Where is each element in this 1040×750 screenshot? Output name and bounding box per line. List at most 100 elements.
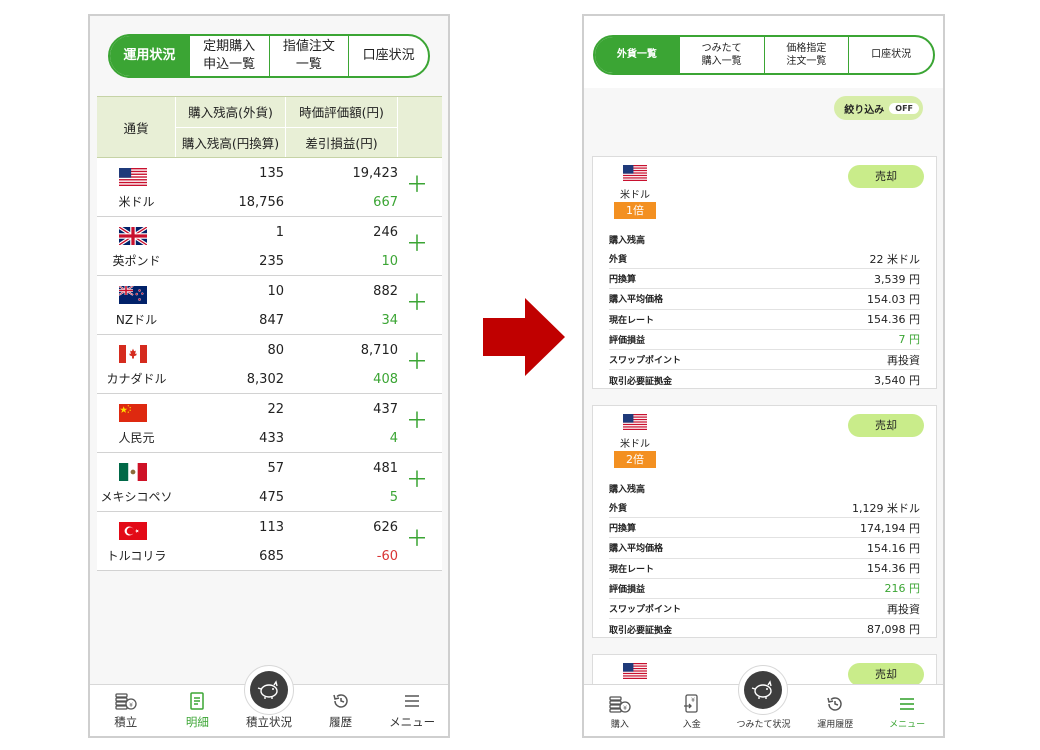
detail-row: 現在レート 154.36 円 bbox=[609, 559, 920, 579]
detail-key: 評価損益 bbox=[609, 335, 646, 346]
nav-tsumitate[interactable]: ¥ 積立 bbox=[90, 685, 162, 736]
market-value: 882 bbox=[373, 284, 398, 299]
nav-label: 積立 bbox=[114, 715, 138, 729]
piggy-bank-icon bbox=[744, 671, 783, 709]
tab-account-status[interactable]: 口座状況 bbox=[848, 37, 933, 73]
detail-value: 154.36 円 bbox=[867, 313, 920, 327]
uk-flag-icon bbox=[117, 225, 149, 247]
market-value: 481 bbox=[373, 461, 398, 476]
tab-scheduled-purchase-list[interactable]: 定期購入 申込一覧 bbox=[188, 36, 269, 76]
currency-name: メキシコペソ bbox=[100, 490, 173, 504]
tab-tsumitate-purchase-list[interactable]: つみたて 購入一覧 bbox=[678, 37, 764, 73]
detail-key: 購入平均価格 bbox=[609, 544, 664, 555]
position-card: 売却米ドル 2倍購入残高外貨 1,129 米ドル 円換算 174,194 円購入平均価格… bbox=[592, 405, 937, 638]
holding-jpy: 847 bbox=[259, 313, 284, 328]
profit-loss: 34 bbox=[381, 313, 398, 328]
filter-toggle[interactable]: 絞り込み OFF bbox=[834, 96, 923, 120]
nav-menu[interactable]: メニュー bbox=[376, 685, 448, 736]
expand-plus-icon[interactable]: ＋ bbox=[406, 352, 428, 374]
expand-plus-icon[interactable]: ＋ bbox=[406, 529, 428, 551]
mx-flag-icon bbox=[119, 463, 147, 481]
detail-key: 現在レート bbox=[609, 315, 655, 326]
svg-text:¥: ¥ bbox=[129, 702, 133, 709]
expand-plus-icon[interactable]: ＋ bbox=[406, 470, 428, 492]
bottom-nav: ¥ 積立 明細 積立状況 履歴 メニュー bbox=[90, 665, 448, 736]
nav-tsumitate-status[interactable]: つみたて状況 bbox=[728, 665, 800, 736]
table-row: メキシコペソ 57 475 481 5 ＋ bbox=[97, 453, 442, 512]
nav-history[interactable]: 運用履歴 bbox=[799, 685, 871, 736]
tab-bar: 外貨一覧 つみたて 購入一覧 価格指定 注文一覧 口座状況 bbox=[593, 35, 935, 75]
center-button[interactable] bbox=[243, 665, 294, 715]
new-screen: 外貨一覧 つみたて 購入一覧 価格指定 注文一覧 口座状況 絞り込み OFF 売… bbox=[582, 14, 945, 738]
nav-menu[interactable]: メニュー bbox=[871, 685, 943, 736]
currency-name: 人民元 bbox=[118, 431, 155, 445]
table-header: 通貨 購入残高(外貨) 時価評価額(円) 購入残高(円換算) 差引損益(円) bbox=[97, 96, 442, 158]
nav-label: 運用履歴 bbox=[817, 720, 854, 730]
svg-text:¥: ¥ bbox=[691, 697, 695, 704]
us-flag-icon bbox=[119, 168, 147, 186]
header-market-value: 時価評価額(円) bbox=[286, 97, 398, 128]
tab-operation-status[interactable]: 運用状況 bbox=[110, 36, 189, 76]
expand-plus-icon[interactable]: ＋ bbox=[406, 234, 428, 256]
detail-value: 1,129 米ドル bbox=[852, 501, 920, 515]
currency-name: 英ポンド bbox=[112, 254, 161, 268]
profit-loss: 4 bbox=[389, 431, 398, 446]
detail-key: 取引必要証拠金 bbox=[609, 376, 673, 387]
nav-label: 購入 bbox=[610, 720, 629, 730]
detail-key: 取引必要証拠金 bbox=[609, 625, 673, 636]
market-value: 626 bbox=[373, 520, 398, 535]
holding-jpy: 685 bbox=[259, 549, 284, 564]
nav-label: 入金 bbox=[682, 720, 701, 730]
svg-text:¥: ¥ bbox=[623, 705, 627, 712]
ca-flag-icon bbox=[119, 345, 147, 363]
expand-plus-icon[interactable]: ＋ bbox=[406, 293, 428, 315]
tab-price-order-list[interactable]: 価格指定 注文一覧 bbox=[763, 37, 849, 73]
currency-name: 米ドル bbox=[118, 195, 155, 209]
us-flag-icon bbox=[623, 414, 647, 430]
nav-history[interactable]: 履歴 bbox=[305, 685, 377, 736]
header-pl: 差引損益(円) bbox=[286, 127, 398, 157]
holding-fx: 135 bbox=[259, 166, 284, 181]
currency-name: 米ドル bbox=[620, 439, 650, 450]
nav-deposit[interactable]: ¥ 入金 bbox=[656, 685, 728, 736]
menu-icon bbox=[898, 694, 916, 714]
detail-value: 3,539 円 bbox=[874, 272, 920, 286]
holding-fx: 10 bbox=[267, 284, 284, 299]
holding-fx: 80 bbox=[267, 343, 284, 358]
nav-details[interactable]: 明細 bbox=[162, 685, 234, 736]
expand-plus-icon[interactable]: ＋ bbox=[406, 175, 428, 197]
nav-purchase[interactable]: ¥ 購入 bbox=[584, 685, 656, 736]
cn-flag-icon bbox=[119, 404, 147, 422]
section-title: 購入残高 bbox=[609, 485, 646, 495]
sell-button[interactable]: 売却 bbox=[848, 414, 924, 437]
tab-limit-order-list[interactable]: 指値注文 一覧 bbox=[268, 36, 349, 76]
history-icon bbox=[331, 691, 351, 711]
detail-key: スワップポイント bbox=[609, 356, 682, 367]
nav-label: 積立状況 bbox=[245, 715, 292, 729]
center-button[interactable] bbox=[738, 665, 789, 715]
currency-name: 米ドル bbox=[620, 190, 650, 201]
detail-value: 再投資 bbox=[887, 353, 920, 367]
tab-account-status[interactable]: 口座状況 bbox=[348, 36, 428, 76]
detail-list: 外貨 1,129 米ドル 円換算 174,194 円購入平均価格 154.16 円現在レ… bbox=[609, 498, 920, 639]
piggy-bank-icon bbox=[249, 671, 288, 709]
detail-key: 外貨 bbox=[609, 255, 628, 266]
transition-arrow-icon bbox=[483, 298, 565, 376]
holding-jpy: 475 bbox=[259, 490, 284, 505]
detail-row: 取引必要証拠金 87,098 円 bbox=[609, 619, 920, 639]
tab-currency-list[interactable]: 外貨一覧 bbox=[595, 37, 679, 73]
table-row: カナダドル 80 8,302 8,710 408 ＋ bbox=[97, 335, 442, 394]
holding-jpy: 433 bbox=[259, 431, 284, 446]
sell-button[interactable]: 売却 bbox=[848, 165, 924, 188]
expand-plus-icon[interactable]: ＋ bbox=[406, 411, 428, 433]
table-row: 英ポンド 1 235 246 10 ＋ bbox=[97, 217, 442, 276]
sell-button[interactable]: 売却 bbox=[848, 663, 924, 686]
tab-bar: 運用状況 定期購入 申込一覧 指値注文 一覧 口座状況 bbox=[108, 34, 430, 78]
market-value: 19,423 bbox=[352, 166, 399, 181]
header-blank bbox=[398, 97, 442, 157]
nav-label: メニュー bbox=[889, 720, 926, 730]
holding-fx: 113 bbox=[259, 520, 284, 535]
leverage-badge: 2倍 bbox=[614, 451, 656, 468]
nav-tsumitate-status[interactable]: 積立状況 bbox=[233, 665, 305, 736]
coin-stack-icon: ¥ bbox=[608, 694, 632, 714]
